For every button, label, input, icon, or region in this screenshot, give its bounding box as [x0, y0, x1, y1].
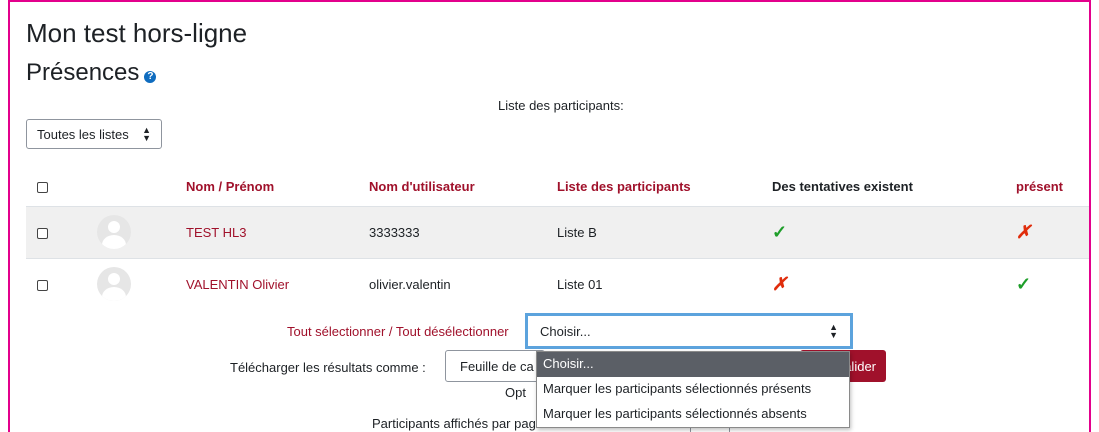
download-format-select[interactable]: Feuille de ca	[445, 350, 545, 382]
participant-username: olivier.valentin	[369, 276, 451, 292]
dropdown-option[interactable]: Marquer les participants sélectionnés ab…	[537, 402, 849, 427]
row-checkbox-cell	[26, 206, 85, 258]
list-caption: Liste des participants:	[498, 98, 624, 113]
section-title: Présences ?	[26, 59, 157, 87]
section-title-text: Présences	[26, 59, 140, 86]
bulk-action-dropdown: Choisir... Marquer les participants séle…	[536, 351, 850, 428]
table-row: VALENTIN Olivier olivier.valentin Liste …	[26, 258, 1089, 310]
page-title: Mon test hors-ligne	[26, 18, 248, 48]
dropdown-option[interactable]: Choisir...	[537, 352, 849, 377]
avatar-cell	[85, 206, 186, 258]
participants-table: Nom / Prénom Nom d'utilisateur Liste des…	[26, 168, 1089, 310]
list-filter-value: Toutes les listes	[37, 126, 129, 142]
options-label: Opt	[505, 385, 526, 400]
avatar-cell	[85, 258, 186, 310]
row-checkbox[interactable]	[37, 227, 48, 239]
participant-list: Liste B	[557, 224, 597, 240]
select-all-link[interactable]: Tout sélectionner / Tout désélectionner	[287, 324, 509, 339]
attempts-cell: ✗	[772, 258, 1016, 310]
present-cell: ✓	[1016, 258, 1089, 310]
participant-name-link[interactable]: VALENTIN Olivier	[186, 258, 369, 310]
select-all-checkbox[interactable]	[37, 182, 48, 194]
header-attempts: Des tentatives existent	[772, 179, 913, 195]
question-circle-icon[interactable]: ?	[144, 71, 157, 83]
table-row: TEST HL3 3333333 Liste B ✓ ✗	[26, 206, 1089, 258]
download-label: Télécharger les résultats comme :	[230, 360, 426, 375]
sort-updown-icon: ▲ ▼	[829, 322, 838, 340]
perpage-label: Participants affichés par pag	[372, 416, 536, 431]
avatar	[97, 267, 131, 302]
header-present[interactable]: présent	[1016, 168, 1089, 206]
attempts-cell: ✓	[772, 206, 1016, 258]
row-checkbox-cell	[26, 258, 85, 310]
list-filter-select[interactable]: Toutes les listes ▲ ▼	[26, 119, 162, 149]
header-picture-cell	[85, 168, 186, 206]
header-list[interactable]: Liste des participants	[557, 168, 772, 206]
check-icon[interactable]: ✓	[1016, 274, 1031, 294]
table-header-row: Nom / Prénom Nom d'utilisateur Liste des…	[26, 168, 1089, 206]
header-username[interactable]: Nom d'utilisateur	[369, 168, 557, 206]
avatar	[97, 215, 131, 249]
header-checkbox-cell	[26, 168, 85, 206]
participant-list: Liste 01	[557, 276, 603, 292]
participant-username: 3333333	[369, 224, 420, 240]
check-icon: ✓	[772, 221, 788, 242]
bulk-action-select[interactable]: Choisir... ▲ ▼	[525, 313, 853, 349]
cross-icon[interactable]: ✗	[1016, 222, 1031, 242]
participant-name-link[interactable]: TEST HL3	[186, 206, 369, 258]
header-name[interactable]: Nom / Prénom	[186, 168, 369, 206]
row-checkbox[interactable]	[37, 279, 48, 291]
sort-updown-icon: ▲ ▼	[142, 125, 151, 143]
bulk-action-value: Choisir...	[540, 323, 591, 339]
present-cell: ✗	[1016, 206, 1089, 258]
cross-icon: ✗	[772, 273, 788, 294]
content-frame: Mon test hors-ligne Présences ? Liste de…	[8, 0, 1091, 432]
dropdown-option[interactable]: Marquer les participants sélectionnés pr…	[537, 377, 849, 402]
